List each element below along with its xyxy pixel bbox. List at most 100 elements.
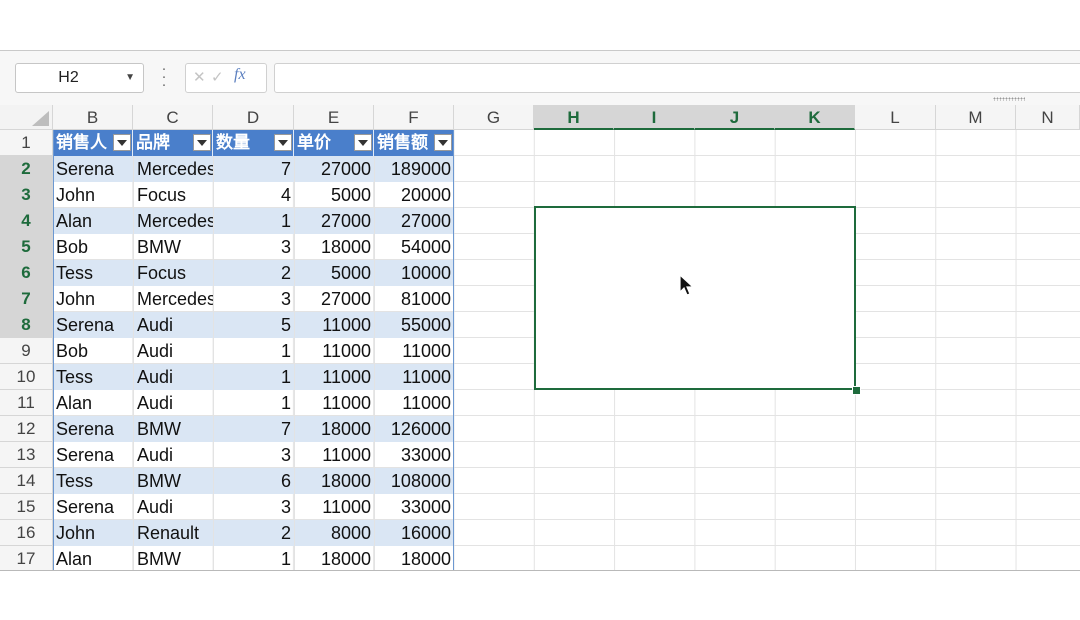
row-header-11[interactable]: 11 <box>0 390 53 416</box>
column-header-j[interactable]: J <box>695 105 775 130</box>
table-cell[interactable]: Audi <box>133 442 213 468</box>
table-cell[interactable]: 11000 <box>294 338 374 364</box>
table-cell[interactable]: 18000 <box>294 416 374 442</box>
table-cell[interactable]: BMW <box>133 546 213 570</box>
filter-dropdown-icon[interactable] <box>274 134 292 151</box>
table-cell[interactable]: 7 <box>213 156 294 182</box>
table-cell[interactable]: 2 <box>213 260 294 286</box>
filter-dropdown-icon[interactable] <box>193 134 211 151</box>
table-header-cell[interactable]: 销售人 <box>53 130 113 156</box>
table-cell[interactable]: 18000 <box>294 468 374 494</box>
table-cell[interactable]: 8000 <box>294 520 374 546</box>
table-cell[interactable]: 11000 <box>294 390 374 416</box>
table-cell[interactable]: Renault <box>133 520 213 546</box>
chevron-down-icon[interactable]: ▼ <box>125 64 135 92</box>
table-cell[interactable]: 108000 <box>374 468 454 494</box>
table-header-cell[interactable]: 销售额 <box>374 130 434 156</box>
table-cell[interactable]: 16000 <box>374 520 454 546</box>
table-cell[interactable]: Mercedes <box>133 286 213 312</box>
row-header-7[interactable]: 7 <box>0 286 53 312</box>
column-header-f[interactable]: F <box>374 105 454 130</box>
table-cell[interactable]: 5 <box>213 312 294 338</box>
resize-grip-icon[interactable] <box>993 97 1025 101</box>
table-cell[interactable]: 3 <box>213 234 294 260</box>
table-cell[interactable]: 1 <box>213 364 294 390</box>
table-cell[interactable]: 2 <box>213 520 294 546</box>
column-header-l[interactable]: L <box>855 105 936 130</box>
cancel-icon[interactable]: ✕ <box>193 68 206 86</box>
table-cell[interactable]: 11000 <box>294 312 374 338</box>
row-header-8[interactable]: 8 <box>0 312 53 338</box>
row-header-16[interactable]: 16 <box>0 520 53 546</box>
table-cell[interactable]: 81000 <box>374 286 454 312</box>
insert-function-icon[interactable]: fx <box>234 66 246 84</box>
row-header-6[interactable]: 6 <box>0 260 53 286</box>
row-header-12[interactable]: 12 <box>0 416 53 442</box>
row-header-9[interactable]: 9 <box>0 338 53 364</box>
table-cell[interactable]: 11000 <box>294 442 374 468</box>
table-cell[interactable]: 4 <box>213 182 294 208</box>
table-cell[interactable]: Audi <box>133 494 213 520</box>
table-cell[interactable]: 27000 <box>374 208 454 234</box>
table-cell[interactable]: 27000 <box>294 208 374 234</box>
table-cell[interactable]: Alan <box>53 208 133 234</box>
table-cell[interactable]: John <box>53 286 133 312</box>
table-cell[interactable]: 5000 <box>294 260 374 286</box>
table-cell[interactable]: Audi <box>133 364 213 390</box>
row-header-15[interactable]: 15 <box>0 494 53 520</box>
table-cell[interactable]: BMW <box>133 234 213 260</box>
table-cell[interactable]: 7 <box>213 416 294 442</box>
row-header-3[interactable]: 3 <box>0 182 53 208</box>
table-cell[interactable]: Serena <box>53 442 133 468</box>
table-cell[interactable]: Alan <box>53 390 133 416</box>
table-cell[interactable]: John <box>53 520 133 546</box>
table-cell[interactable]: Serena <box>53 416 133 442</box>
table-cell[interactable]: Audi <box>133 390 213 416</box>
row-header-14[interactable]: 14 <box>0 468 53 494</box>
table-cell[interactable]: 11000 <box>374 338 454 364</box>
table-cell[interactable]: 126000 <box>374 416 454 442</box>
column-header-b[interactable]: B <box>53 105 133 130</box>
row-header-13[interactable]: 13 <box>0 442 53 468</box>
table-cell[interactable]: Focus <box>133 260 213 286</box>
table-cell[interactable]: 1 <box>213 546 294 570</box>
row-header-5[interactable]: 5 <box>0 234 53 260</box>
table-cell[interactable]: John <box>53 182 133 208</box>
table-cell[interactable]: 33000 <box>374 494 454 520</box>
table-cell[interactable]: 18000 <box>374 546 454 570</box>
table-cell[interactable]: 27000 <box>294 156 374 182</box>
table-cell[interactable]: 18000 <box>294 234 374 260</box>
filter-dropdown-icon[interactable] <box>434 134 452 151</box>
table-cell[interactable]: BMW <box>133 468 213 494</box>
table-cell[interactable]: 10000 <box>374 260 454 286</box>
column-header-k[interactable]: K <box>775 105 855 130</box>
table-cell[interactable]: Tess <box>53 468 133 494</box>
confirm-icon[interactable]: ✓ <box>211 68 224 86</box>
more-vertical-icon[interactable]: · · · <box>158 61 170 92</box>
table-cell[interactable]: 3 <box>213 494 294 520</box>
table-cell[interactable]: 5000 <box>294 182 374 208</box>
table-cell[interactable]: 18000 <box>294 546 374 570</box>
table-cell[interactable]: 11000 <box>374 364 454 390</box>
column-header-d[interactable]: D <box>213 105 294 130</box>
row-header-2[interactable]: 2 <box>0 156 53 182</box>
table-cell[interactable]: 54000 <box>374 234 454 260</box>
table-cell[interactable]: 3 <box>213 286 294 312</box>
row-header-10[interactable]: 10 <box>0 364 53 390</box>
table-cell[interactable]: 1 <box>213 390 294 416</box>
formula-input[interactable] <box>274 63 1080 93</box>
table-header-cell[interactable]: 单价 <box>294 130 354 156</box>
table-cell[interactable]: Bob <box>53 234 133 260</box>
table-header-cell[interactable]: 品牌 <box>133 130 193 156</box>
column-header-h[interactable]: H <box>534 105 614 130</box>
table-cell[interactable]: 11000 <box>294 364 374 390</box>
table-cell[interactable]: 11000 <box>374 390 454 416</box>
table-header-cell[interactable]: 数量 <box>213 130 274 156</box>
row-header-4[interactable]: 4 <box>0 208 53 234</box>
selected-range[interactable] <box>534 206 856 390</box>
table-cell[interactable]: Serena <box>53 156 133 182</box>
table-cell[interactable]: Audi <box>133 312 213 338</box>
table-cell[interactable]: 20000 <box>374 182 454 208</box>
table-cell[interactable]: Tess <box>53 364 133 390</box>
table-cell[interactable]: 6 <box>213 468 294 494</box>
